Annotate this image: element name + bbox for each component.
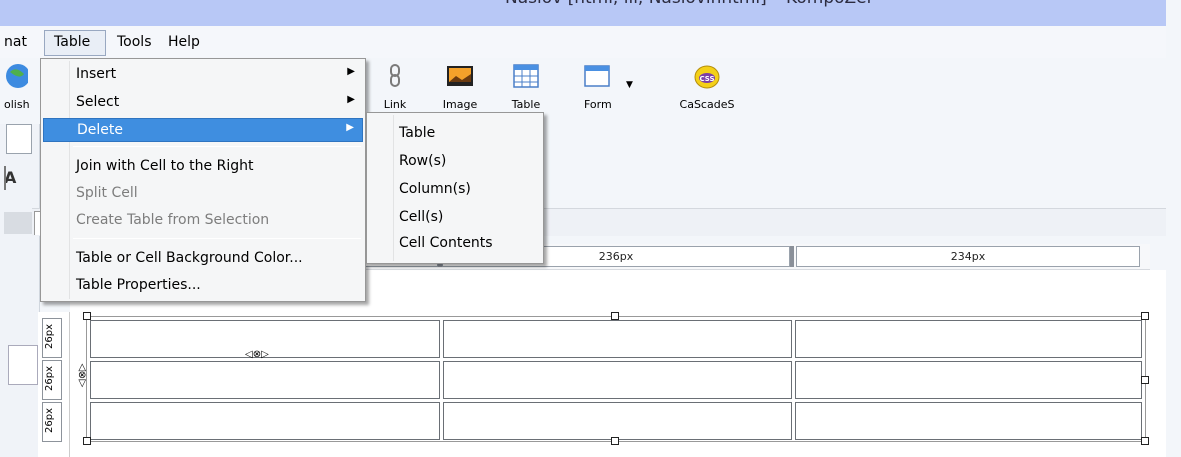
table-cell[interactable] xyxy=(443,402,792,440)
style-select[interactable] xyxy=(6,124,32,154)
title-bar: Nasiov [html, ili, Nasiovinhtml] – Kompo… xyxy=(0,0,1181,26)
ruler-row-3[interactable]: 26px xyxy=(42,402,62,442)
delete-columns-item[interactable]: Column(s) xyxy=(369,177,541,201)
add-column-icon[interactable]: ◁⊗▷ xyxy=(245,349,269,360)
table-icon xyxy=(513,64,539,88)
menu-item-select[interactable]: Select ▶ xyxy=(43,91,363,115)
menu-separator xyxy=(73,146,361,147)
add-row-icon[interactable]: △ ⊗ ▽ xyxy=(78,363,86,389)
menu-tools[interactable]: Tools xyxy=(117,32,152,54)
menu-format[interactable]: nat xyxy=(4,32,27,54)
table-cell[interactable] xyxy=(795,402,1142,440)
ruler-row-label: 26px xyxy=(44,408,55,433)
table-cell[interactable] xyxy=(90,361,440,399)
menu-item-background-color[interactable]: Table or Cell Background Color... xyxy=(43,247,363,271)
ruler-row-1[interactable]: 26px xyxy=(42,318,62,358)
link-button[interactable]: Link xyxy=(378,58,412,111)
table-cell[interactable] xyxy=(795,361,1142,399)
resize-handle[interactable] xyxy=(83,312,91,320)
table-cell[interactable] xyxy=(443,320,792,358)
submenu-arrow-icon: ▶ xyxy=(347,66,355,77)
ruler-separator[interactable] xyxy=(790,246,794,267)
menu-item-delete[interactable]: Delete ▶ xyxy=(43,118,363,142)
resize-handle[interactable] xyxy=(1141,376,1149,384)
menu-item-label: Delete xyxy=(77,122,123,138)
table-menu-dropdown: Insert ▶ Select ▶ Delete ▶ Join with Cel… xyxy=(40,58,366,302)
table-label: Table xyxy=(511,98,541,111)
resize-handle[interactable] xyxy=(611,437,619,445)
menu-table-label: Table xyxy=(54,34,91,50)
menu-item-create-table-from-selection: Create Table from Selection xyxy=(76,212,270,228)
cascades-button[interactable]: CSS CaScadeS xyxy=(676,58,738,111)
link-label: Link xyxy=(383,98,407,111)
delete-cell-contents-item[interactable]: Cell Contents xyxy=(369,231,541,255)
css-icon: CSS xyxy=(694,65,720,89)
menu-table[interactable]: Table xyxy=(44,30,106,56)
menu-bar: nat Table Tools Help xyxy=(0,26,1166,58)
resize-handle[interactable] xyxy=(1141,312,1149,320)
table-cell[interactable] xyxy=(443,361,792,399)
resize-handle[interactable] xyxy=(611,312,619,320)
chain-link-icon xyxy=(390,64,400,87)
image-button[interactable]: Image xyxy=(438,58,482,111)
menu-item-join-cell-right[interactable]: Join with Cell to the Right xyxy=(43,155,363,179)
picture-icon xyxy=(447,66,473,86)
cascades-label: CaScadeS xyxy=(679,98,735,111)
menu-item-label: Select xyxy=(76,94,120,110)
svg-text:CSS: CSS xyxy=(699,75,714,83)
ruler-row-label: 26px xyxy=(44,324,55,349)
menu-item-split-cell: Split Cell xyxy=(76,185,138,201)
delete-submenu: Table Row(s) Column(s) Cell(s) Cell Cont… xyxy=(366,112,544,264)
menu-item-label: Insert xyxy=(76,66,117,82)
menu-separator xyxy=(73,238,361,239)
delete-table-item[interactable]: Table xyxy=(369,121,541,145)
row-ruler: 26px 26px 26px xyxy=(38,312,70,457)
menu-help[interactable]: Help xyxy=(168,32,200,54)
table-button[interactable]: Table xyxy=(506,58,546,111)
resize-handle[interactable] xyxy=(1141,437,1149,445)
form-dropdown-icon[interactable]: ▼ xyxy=(626,80,633,90)
table-cell[interactable] xyxy=(90,402,440,440)
ruler-row-2[interactable]: 26px xyxy=(42,360,62,400)
resize-handle[interactable] xyxy=(83,437,91,445)
menu-item-insert[interactable]: Insert ▶ xyxy=(43,63,363,87)
publish-label: olish xyxy=(4,98,30,111)
form-button[interactable]: ▼ Form xyxy=(576,58,640,111)
sidebar-tab[interactable] xyxy=(4,212,34,234)
submenu-arrow-icon: ▶ xyxy=(346,122,354,133)
toolbar-grip xyxy=(4,166,6,190)
delete-rows-item[interactable]: Row(s) xyxy=(369,149,541,173)
table-cell[interactable] xyxy=(795,320,1142,358)
window-title: Nasiov [html, ili, Nasiovinhtml] – Kompo… xyxy=(505,0,874,8)
form-label: Form xyxy=(584,98,612,111)
menu-item-table-properties[interactable]: Table Properties... xyxy=(43,274,363,298)
image-label: Image xyxy=(442,98,478,111)
ruler-row-label: 26px xyxy=(44,366,55,391)
publish-button[interactable]: olish xyxy=(0,58,40,111)
sidebar-field[interactable] xyxy=(8,345,38,385)
submenu-arrow-icon: ▶ xyxy=(347,94,355,105)
delete-cells-item[interactable]: Cell(s) xyxy=(369,205,541,229)
globe-publish-icon xyxy=(6,64,28,88)
form-icon xyxy=(584,65,610,87)
ruler-column-3[interactable]: 234px xyxy=(796,246,1140,267)
